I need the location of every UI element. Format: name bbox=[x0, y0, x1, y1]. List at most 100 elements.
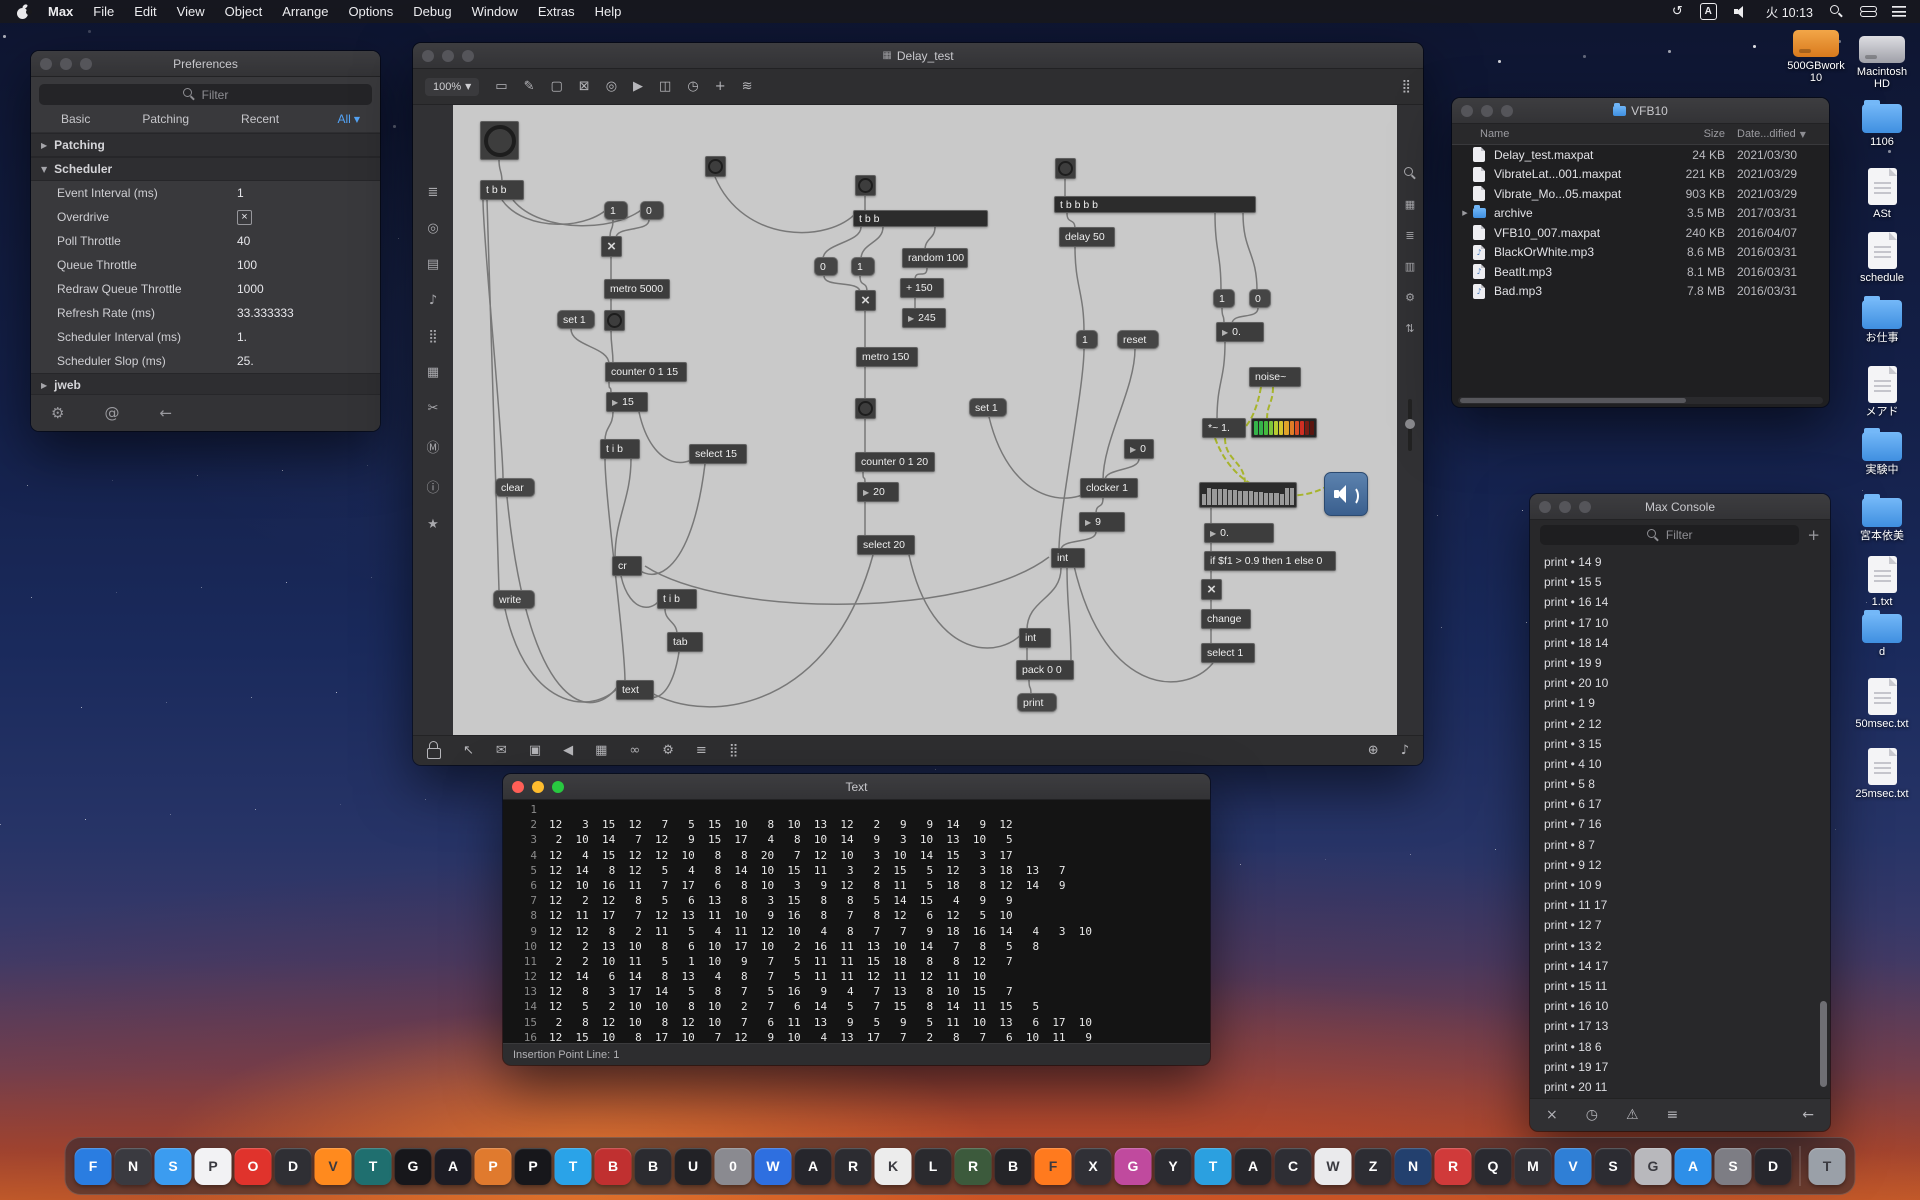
console-row[interactable]: print • 15 5 bbox=[1530, 572, 1830, 592]
at-icon[interactable]: @ bbox=[104, 404, 119, 422]
console-row[interactable]: print • 1 9 bbox=[1530, 693, 1830, 713]
patch-cord[interactable] bbox=[1067, 568, 1071, 662]
console-log-list[interactable]: print • 14 9print • 15 5print • 16 14pri… bbox=[1530, 550, 1830, 1098]
console-row[interactable]: print • 13 2 bbox=[1530, 936, 1830, 956]
signal-cord[interactable] bbox=[1267, 387, 1273, 420]
pref-value-refresh-rate-ms[interactable]: 33.333333 bbox=[237, 306, 294, 320]
toggle-icon[interactable]: ⊠ bbox=[579, 79, 590, 94]
keyboard-icon[interactable]: ▤ bbox=[427, 257, 439, 272]
max-obj-int[interactable]: int bbox=[1019, 628, 1051, 648]
dock-telegram[interactable]: T bbox=[555, 1148, 592, 1185]
patch-cord[interactable] bbox=[639, 555, 873, 707]
dock-tweet-app[interactable]: T bbox=[1195, 1148, 1232, 1185]
text-line[interactable]: 1 bbox=[503, 802, 1210, 817]
text-line[interactable]: 11 2 2 10 11 5 1 10 9 7 5 11 11 15 18 8 … bbox=[503, 954, 1210, 969]
console-row[interactable]: print • 17 13 bbox=[1530, 1016, 1830, 1036]
text-line[interactable]: 712 2 12 8 5 6 13 8 3 15 8 8 5 14 15 4 9… bbox=[503, 893, 1210, 908]
console-row[interactable]: print • 6 17 bbox=[1530, 794, 1830, 814]
text-editor[interactable]: 1212 3 15 12 7 5 15 10 8 10 13 12 2 9 9 … bbox=[503, 800, 1210, 1043]
cursor-icon[interactable]: ↖ bbox=[463, 743, 474, 758]
console-row[interactable]: print • 14 17 bbox=[1530, 956, 1830, 976]
column-size[interactable]: Size bbox=[1661, 128, 1725, 140]
console-row[interactable]: print • 19 17 bbox=[1530, 1057, 1830, 1077]
patch-cord[interactable] bbox=[925, 227, 935, 250]
warning-icon[interactable]: ⚠ bbox=[1626, 1107, 1639, 1123]
finder-row-archive[interactable]: ▶archive3.5 MB2017/03/31 bbox=[1452, 204, 1829, 224]
pref-section-scheduler[interactable]: ▼Scheduler bbox=[31, 157, 380, 181]
dock-dark-app-2[interactable]: Y bbox=[1155, 1148, 1192, 1185]
console-row[interactable]: print • 14 9 bbox=[1530, 552, 1830, 572]
chat-icon[interactable]: ✉ bbox=[496, 743, 507, 758]
patch-canvas[interactable]: t b b10×metro 5000set 1counter 0 1 15▶15… bbox=[453, 105, 1397, 735]
patch-cord[interactable] bbox=[1027, 568, 1061, 630]
pref-value-redraw-queue-throttle[interactable]: 1000 bbox=[237, 282, 264, 296]
dock-github[interactable]: G bbox=[395, 1148, 432, 1185]
max-obj-cr[interactable]: cr bbox=[612, 556, 642, 576]
dock-finder[interactable]: F bbox=[75, 1148, 112, 1185]
pref-value-event-interval-ms[interactable]: 1 bbox=[237, 186, 244, 200]
max-msg-write[interactable]: write bbox=[493, 590, 535, 609]
desktop-icon-x[interactable]: 実験中 bbox=[1848, 432, 1916, 476]
menu-extras[interactable]: Extras bbox=[528, 4, 585, 19]
max-obj-counter-0-1-15[interactable]: counter 0 1 15 bbox=[605, 362, 687, 382]
dock-appstore[interactable]: A bbox=[1675, 1148, 1712, 1185]
patch-cord[interactable] bbox=[615, 459, 631, 558]
text-line[interactable]: 412 4 15 12 12 10 8 8 20 7 12 10 3 10 14… bbox=[503, 848, 1210, 863]
patch-cord[interactable] bbox=[1071, 552, 1213, 682]
nodes-icon[interactable]: ∞ bbox=[629, 743, 640, 758]
text-line[interactable]: 212 3 15 12 7 5 15 10 8 10 13 12 2 9 9 1… bbox=[503, 817, 1210, 832]
max-msg-1[interactable]: 1 bbox=[1213, 289, 1235, 308]
add-icon[interactable]: + bbox=[1807, 526, 1820, 544]
dock-pycharm[interactable]: P bbox=[515, 1148, 552, 1185]
window-controls[interactable] bbox=[1452, 105, 1513, 117]
patch-cord[interactable] bbox=[645, 557, 1049, 604]
max-obj-if-f1-0-9-then-1-else-0[interactable]: if $f1 > 0.9 then 1 else 0 bbox=[1204, 551, 1336, 571]
max-bng-bng[interactable] bbox=[604, 310, 625, 331]
menu-clock[interactable]: 火 10:13 bbox=[1766, 2, 1813, 21]
max-obj-metro-5000[interactable]: metro 5000 bbox=[604, 279, 670, 299]
dock-opera[interactable]: O bbox=[235, 1148, 272, 1185]
max-msg-set-1[interactable]: set 1 bbox=[969, 398, 1007, 417]
text-line[interactable]: 1212 14 6 14 8 13 4 8 7 5 11 11 12 11 12… bbox=[503, 969, 1210, 984]
max-obj-noise[interactable]: noise~ bbox=[1249, 367, 1301, 387]
pref-value-scheduler-slop-ms[interactable]: 25. bbox=[237, 354, 254, 368]
desktop-icon-50msec-txt[interactable]: 50msec.txt bbox=[1848, 678, 1916, 730]
max-num-0[interactable]: ▶0. bbox=[1204, 523, 1274, 543]
dock-dark-app-7[interactable]: D bbox=[1755, 1148, 1792, 1185]
slider-icon[interactable]: ◫ bbox=[659, 79, 671, 94]
patch-cord[interactable] bbox=[483, 200, 503, 478]
max-obj-pack-0-0[interactable]: pack 0 0 bbox=[1016, 660, 1074, 680]
volume-icon[interactable] bbox=[1734, 6, 1749, 18]
console-row[interactable]: print • 11 17 bbox=[1530, 895, 1830, 915]
patch-cord[interactable] bbox=[823, 227, 861, 259]
max-msg-0[interactable]: 0 bbox=[1249, 289, 1271, 308]
dock-bitwig[interactable]: B bbox=[995, 1148, 1032, 1185]
pref-value-poll-throttle[interactable]: 40 bbox=[237, 234, 250, 248]
list-icon[interactable]: ≡ bbox=[1667, 1107, 1679, 1123]
max-obj-150[interactable]: + 150 bbox=[900, 278, 944, 298]
text-titlebar[interactable]: Text bbox=[503, 774, 1210, 800]
dock-system-preferences[interactable]: S bbox=[1715, 1148, 1752, 1185]
inspector-icon[interactable]: ▥ bbox=[1405, 260, 1415, 273]
note-icon[interactable]: ♪ bbox=[1401, 743, 1409, 758]
patch-cord[interactable] bbox=[1105, 459, 1139, 480]
console-row[interactable]: print • 17 10 bbox=[1530, 613, 1830, 633]
menu-list-icon[interactable] bbox=[1892, 6, 1906, 17]
window-controls[interactable] bbox=[413, 50, 474, 62]
pref-section-patching[interactable]: ▶Patching bbox=[31, 133, 380, 157]
checkbox-overdrive[interactable]: × bbox=[237, 210, 252, 225]
console-row[interactable]: print • 20 11 bbox=[1530, 1077, 1830, 1097]
dock-teal-app[interactable]: T bbox=[355, 1148, 392, 1185]
patch-cord[interactable] bbox=[605, 412, 613, 441]
mixer-icon[interactable]: ≋ bbox=[742, 79, 753, 94]
max-msg-1[interactable]: 1 bbox=[604, 201, 628, 220]
dock-phpstorm[interactable]: P bbox=[475, 1148, 512, 1185]
pref-value-scheduler-interval-ms[interactable]: 1. bbox=[237, 330, 247, 344]
dock-dark-app-6[interactable]: S bbox=[1595, 1148, 1632, 1185]
console-row[interactable]: print • 15 11 bbox=[1530, 976, 1830, 996]
max-obj-counter-0-1-20[interactable]: counter 0 1 20 bbox=[855, 452, 935, 472]
console-row[interactable]: print • 8 7 bbox=[1530, 835, 1830, 855]
dock-logic[interactable]: L bbox=[915, 1148, 952, 1185]
time-machine-icon[interactable]: ↺ bbox=[1672, 4, 1683, 19]
max-msg-1[interactable]: 1 bbox=[1076, 330, 1098, 349]
